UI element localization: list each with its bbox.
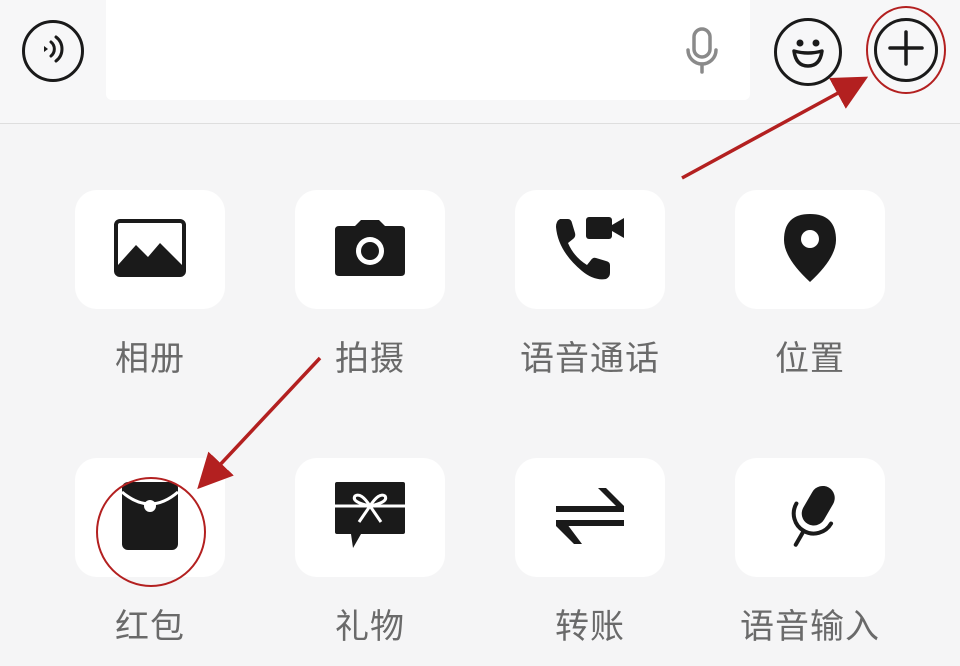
feature-album[interactable]: 相册 xyxy=(75,190,225,380)
feature-location[interactable]: 位置 xyxy=(735,190,885,380)
image-icon xyxy=(114,218,186,281)
plus-circle-icon xyxy=(886,28,926,72)
camera-icon xyxy=(333,218,407,282)
smiley-face-icon xyxy=(784,26,832,78)
gift-icon xyxy=(333,480,407,556)
feature-transfer[interactable]: 转账 xyxy=(515,458,665,648)
gift-label: 礼物 xyxy=(335,607,405,647)
feature-red-envelope[interactable]: 红包 xyxy=(75,458,225,648)
feature-voice-call[interactable]: 语音通话 xyxy=(515,190,665,380)
red-envelope-label: 红包 xyxy=(115,607,185,647)
more-features-button[interactable] xyxy=(874,18,938,82)
voice-input-mic-icon xyxy=(778,480,842,556)
voice-wave-icon xyxy=(35,31,71,71)
location-tile[interactable] xyxy=(735,190,885,309)
transfer-tile[interactable] xyxy=(515,458,665,577)
message-input[interactable] xyxy=(106,0,750,100)
feature-camera[interactable]: 拍摄 xyxy=(295,190,445,380)
chat-input-bar xyxy=(0,0,960,124)
camera-tile[interactable] xyxy=(295,190,445,309)
feature-gift[interactable]: 礼物 xyxy=(295,458,445,648)
voice-call-tile[interactable] xyxy=(515,190,665,309)
location-label: 位置 xyxy=(775,339,845,379)
album-label: 相册 xyxy=(115,339,185,379)
feature-voice-input[interactable]: 语音输入 xyxy=(735,458,885,648)
red-envelope-icon xyxy=(120,480,180,556)
transfer-label: 转账 xyxy=(555,607,625,647)
phone-video-icon xyxy=(554,213,626,287)
voice-call-label: 语音通话 xyxy=(520,339,660,379)
camera-label: 拍摄 xyxy=(335,339,405,379)
gift-tile[interactable] xyxy=(295,458,445,577)
red-envelope-tile[interactable] xyxy=(75,458,225,577)
transfer-arrows-icon xyxy=(554,484,626,552)
emoji-button[interactable] xyxy=(774,18,842,86)
location-pin-icon xyxy=(782,212,838,288)
voice-input-label: 语音输入 xyxy=(740,607,880,647)
album-tile[interactable] xyxy=(75,190,225,309)
microphone-icon[interactable] xyxy=(680,26,724,76)
voice-input-tile[interactable] xyxy=(735,458,885,577)
voice-toggle-button[interactable] xyxy=(22,20,84,82)
